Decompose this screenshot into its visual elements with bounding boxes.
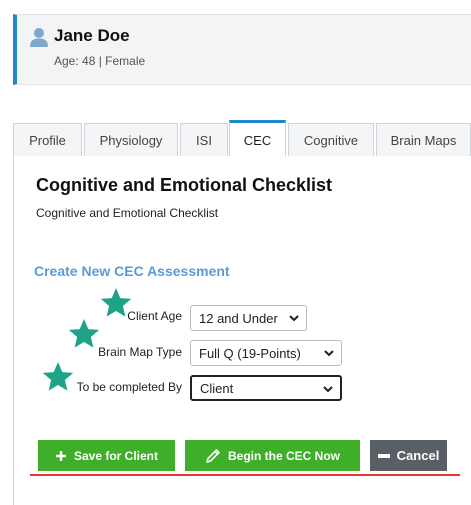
chevron-down-icon — [324, 350, 334, 357]
completed-by-select[interactable]: Client — [190, 375, 342, 401]
tab-isi[interactable]: ISI — [180, 123, 228, 156]
save-for-client-button[interactable]: Save for Client — [38, 440, 175, 471]
tab-label: Brain Maps — [390, 132, 457, 148]
minus-icon — [377, 453, 390, 458]
tab-bar: Profile Physiology ISI CEC Cognitive Bra… — [13, 120, 471, 157]
brain-map-type-select[interactable]: Full Q (19-Points) — [190, 340, 342, 366]
tab-label: Physiology — [99, 132, 163, 148]
tab-profile[interactable]: Profile — [13, 123, 82, 156]
completed-by-value: Client — [200, 380, 234, 396]
page-title: Cognitive and Emotional Checklist — [36, 175, 333, 195]
completed-by-label: To be completed By — [76, 380, 182, 394]
tab-label: Cognitive — [303, 132, 359, 148]
patient-name: Jane Doe — [54, 26, 130, 45]
plus-icon — [55, 450, 66, 461]
tab-label: Profile — [29, 132, 66, 148]
patient-meta: Age: 48 | Female — [54, 54, 146, 68]
tab-cognitive[interactable]: Cognitive — [288, 123, 374, 156]
page-subtitle: Cognitive and Emotional Checklist — [36, 206, 219, 220]
section-title: Create New CEC Assessment — [34, 263, 230, 279]
client-age-label: Client Age — [127, 309, 182, 323]
tab-label: ISI — [196, 132, 212, 148]
cancel-label: Cancel — [396, 448, 440, 463]
tab-brain-maps[interactable]: Brain Maps — [376, 123, 471, 156]
tab-cec[interactable]: CEC — [229, 120, 286, 157]
chevron-down-icon — [323, 386, 333, 393]
patient-header: Jane Doe Age: 48 | Female — [13, 14, 471, 85]
save-for-client-label: Save for Client — [73, 448, 159, 463]
tab-physiology[interactable]: Physiology — [84, 123, 178, 156]
client-age-value: 12 and Under — [199, 310, 278, 326]
tab-label: CEC — [243, 132, 272, 148]
begin-cec-label: Begin the CEC Now — [227, 448, 340, 463]
red-underline-annotation — [30, 474, 460, 476]
cancel-button[interactable]: Cancel — [370, 440, 447, 471]
chevron-down-icon — [289, 315, 299, 322]
brain-map-type-label: Brain Map Type — [98, 345, 182, 359]
client-age-select[interactable]: 12 and Under — [190, 305, 307, 331]
brain-map-type-value: Full Q (19-Points) — [199, 345, 301, 361]
begin-cec-button[interactable]: Begin the CEC Now — [185, 440, 360, 471]
user-icon — [29, 27, 49, 47]
pencil-icon — [206, 448, 220, 463]
